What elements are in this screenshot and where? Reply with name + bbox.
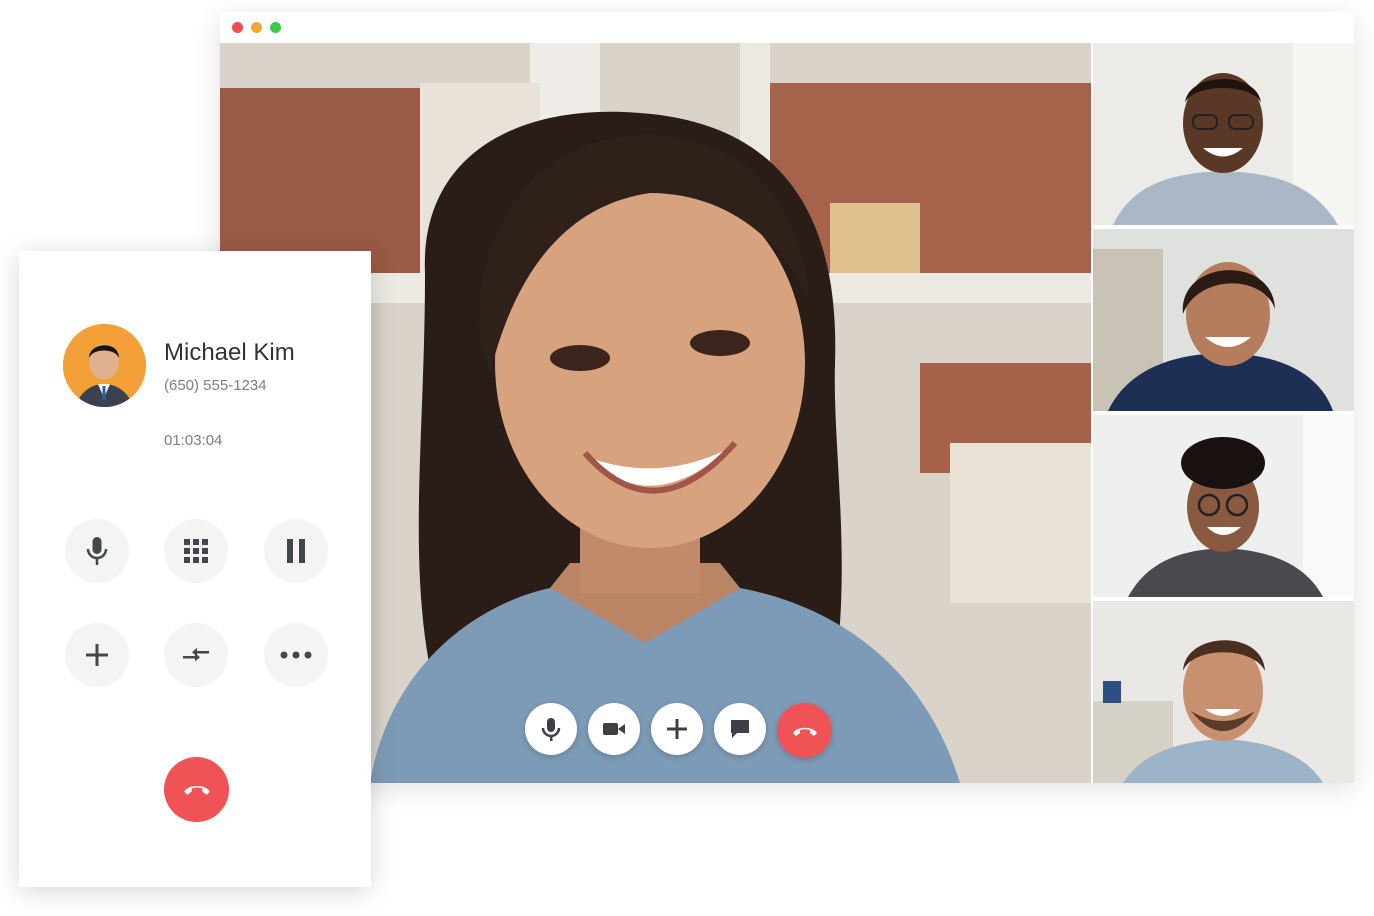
- participant-tile-3[interactable]: [1093, 415, 1354, 597]
- merge-arrows-icon: [181, 644, 211, 666]
- video-camera-icon: [602, 721, 626, 737]
- hold-button[interactable]: [264, 519, 328, 583]
- hang-up-icon: [182, 782, 212, 797]
- plus-icon: [85, 643, 109, 667]
- more-options-button[interactable]: [264, 623, 328, 687]
- participant-image: [1093, 43, 1354, 225]
- more-dots-icon: [280, 651, 312, 659]
- video-chat-button[interactable]: [714, 703, 766, 755]
- contact-name: Michael Kim: [164, 339, 295, 366]
- call-duration: 01:03:04: [164, 432, 223, 449]
- video-mic-button[interactable]: [525, 703, 577, 755]
- video-call-window: [220, 12, 1354, 783]
- participant-tile-2[interactable]: [1093, 229, 1354, 411]
- chat-bubble-icon: [729, 718, 751, 740]
- participant-image: [1093, 601, 1354, 783]
- participant-tiles: [1091, 43, 1354, 783]
- window-titlebar: [220, 12, 1354, 43]
- window-maximize-button[interactable]: [270, 22, 281, 33]
- contact-phone-number: (650) 555-1234: [164, 377, 267, 394]
- microphone-icon: [540, 716, 562, 742]
- keypad-icon: [184, 539, 208, 563]
- video-call-controls: [525, 703, 832, 759]
- merge-call-button[interactable]: [164, 623, 228, 687]
- participant-image: [1093, 229, 1354, 411]
- mute-button[interactable]: [65, 519, 129, 583]
- hang-up-icon: [791, 724, 819, 738]
- participant-image: [1093, 415, 1354, 597]
- hang-up-button[interactable]: [164, 757, 229, 822]
- microphone-icon: [85, 535, 109, 567]
- window-close-button[interactable]: [232, 22, 243, 33]
- video-add-button[interactable]: [651, 703, 703, 755]
- keypad-button[interactable]: [164, 519, 228, 583]
- phone-call-panel: Michael Kim (650) 555-1234 01:03:04: [19, 251, 371, 887]
- video-camera-button[interactable]: [588, 703, 640, 755]
- participant-tile-4[interactable]: [1093, 601, 1354, 783]
- plus-icon: [666, 718, 688, 740]
- avatar: [63, 324, 146, 407]
- add-call-button[interactable]: [65, 623, 129, 687]
- video-end-call-button[interactable]: [777, 703, 832, 758]
- pause-icon: [286, 539, 306, 563]
- window-minimize-button[interactable]: [251, 22, 262, 33]
- participant-tile-1[interactable]: [1093, 43, 1354, 225]
